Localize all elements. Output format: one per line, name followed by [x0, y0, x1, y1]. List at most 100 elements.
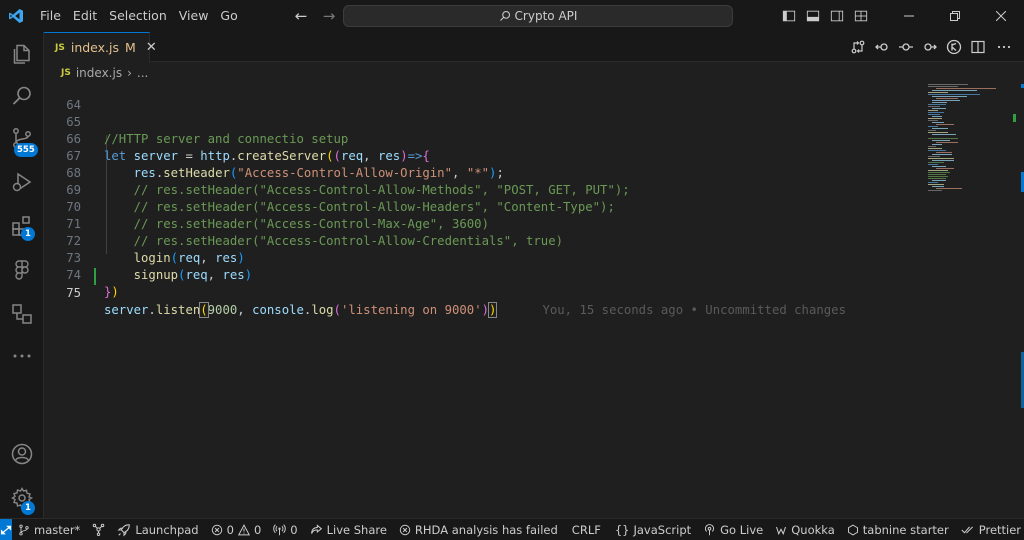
breadcrumb-file[interactable]: index.js	[76, 66, 122, 80]
tab-label: index.js	[70, 40, 120, 55]
branch-label: master*	[34, 522, 81, 537]
minimap-line	[928, 132, 948, 133]
more-actions-icon[interactable]	[993, 36, 1014, 58]
close-window-icon[interactable]	[978, 0, 1024, 32]
more-ellipsis-icon[interactable]	[0, 334, 44, 378]
manage-gear-icon[interactable]: 1	[0, 476, 44, 520]
language-mode-status[interactable]: {} JavaScript	[609, 519, 697, 540]
compare-changes-icon[interactable]	[847, 36, 868, 58]
quokka-status[interactable]: Quokka	[769, 519, 841, 540]
line-number: 75	[66, 286, 81, 300]
go-live-status[interactable]: Go Live	[697, 519, 769, 540]
toggle-secondary-sidebar-icon[interactable]	[826, 5, 848, 27]
customize-layout-icon[interactable]	[850, 5, 872, 27]
rocket-icon	[117, 523, 131, 537]
gitlens-inspect-icon[interactable]	[943, 36, 964, 58]
minimap[interactable]	[924, 84, 1024, 518]
minimap-line	[928, 130, 936, 131]
minimap-line	[932, 108, 946, 109]
breadcrumb-symbols[interactable]: ...	[137, 66, 148, 80]
vscode-logo-icon	[0, 0, 32, 32]
live-share-label: Live Share	[326, 522, 387, 537]
code-line: 69 // res.setHeader("Access-Control-Allo…	[44, 165, 924, 214]
ports-status[interactable]: 0	[267, 519, 303, 540]
tabnine-status[interactable]: tabnine starter	[841, 519, 955, 540]
minimap-line	[928, 138, 958, 139]
code-line-active: 75 server.listen(9000, console.log('list…	[44, 268, 924, 318]
code-line: 66 let server = http.createServer((req, …	[44, 114, 924, 163]
error-count: 0	[226, 522, 234, 537]
launchpad-label: Launchpad	[135, 522, 199, 537]
close-tab-icon[interactable]: ✕	[146, 40, 157, 55]
tab-index-js[interactable]: JS index.js M ✕	[44, 32, 157, 62]
run-debug-icon[interactable]	[0, 160, 44, 204]
git-graph-status[interactable]	[86, 519, 111, 540]
language-label: JavaScript	[633, 522, 692, 537]
minimap-line	[928, 148, 942, 149]
rhda-status[interactable]: RHDA analysis has failed	[393, 519, 564, 540]
restore-icon[interactable]	[932, 0, 978, 32]
minimap-line	[928, 86, 958, 87]
minimap-line	[928, 104, 946, 105]
minimap-line	[932, 160, 954, 161]
double-check-icon	[961, 526, 973, 533]
git-graph-icon	[93, 523, 105, 536]
problems-status[interactable]: 0 0	[205, 519, 268, 540]
menu-file[interactable]: File	[34, 0, 67, 32]
remote-indicator-icon[interactable]	[0, 518, 12, 540]
code-line: 73 signup(req, res)	[44, 233, 924, 282]
minimap-line	[936, 88, 996, 89]
git-branch-status[interactable]: master*	[12, 519, 86, 540]
source-control-icon[interactable]: 555	[0, 116, 44, 160]
figma-icon[interactable]	[0, 248, 44, 292]
menu-view[interactable]: View	[173, 0, 215, 32]
open-next-change-icon[interactable]	[919, 36, 940, 58]
extensions-icon[interactable]: 1	[0, 204, 44, 248]
minimap-line	[928, 114, 940, 115]
code-line: 68 // res.setHeader("Access-Control-Allo…	[44, 148, 924, 197]
forward-arrow-icon[interactable]: →	[318, 5, 340, 27]
minimap-line	[936, 168, 954, 169]
open-previous-change-icon[interactable]	[871, 36, 892, 58]
code-line: 72 login(req, res)	[44, 216, 924, 265]
minimap-line	[928, 120, 938, 121]
minimize-icon[interactable]	[886, 0, 932, 32]
remote-explorer-icon[interactable]	[0, 292, 44, 336]
accounts-icon[interactable]	[0, 432, 44, 476]
live-share-status[interactable]: Live Share	[304, 519, 393, 540]
split-editor-icon[interactable]	[967, 36, 988, 58]
explorer-icon[interactable]	[0, 32, 44, 76]
extensions-badge: 1	[21, 227, 35, 241]
braces-icon: {}	[614, 522, 630, 537]
minimap-line	[928, 182, 938, 183]
menu-go[interactable]: Go	[214, 0, 243, 32]
minimap-line	[932, 116, 942, 117]
ports-count: 0	[290, 522, 298, 537]
tabnine-label: tabnine starter	[862, 522, 949, 537]
menu-edit[interactable]: Edit	[67, 0, 103, 32]
prettier-status[interactable]: Prettier	[955, 519, 1024, 540]
git-branch-icon	[19, 524, 29, 535]
error-icon	[211, 524, 222, 535]
toggle-primary-sidebar-icon[interactable]	[778, 5, 800, 27]
back-arrow-icon[interactable]: ←	[290, 5, 312, 27]
command-center-search[interactable]: Crypto API	[343, 5, 733, 27]
eol-status[interactable]: CRLF	[564, 519, 609, 540]
radio-tower-icon	[273, 524, 286, 536]
minimap-line	[928, 150, 946, 151]
minimap-line	[932, 134, 956, 135]
source-control-badge: 555	[14, 143, 38, 157]
minimap-line	[928, 158, 954, 159]
toggle-panel-icon[interactable]	[802, 5, 824, 27]
minimap-line	[936, 142, 958, 143]
modified-indicator: M	[125, 40, 136, 55]
git-commit-icon[interactable]	[895, 36, 916, 58]
minimap-line	[928, 112, 944, 113]
code-editor[interactable]: 64 65 //HTTP server and connectio setup …	[44, 84, 924, 518]
minimap-line	[936, 98, 958, 99]
search-icon[interactable]	[0, 74, 44, 118]
broadcast-icon	[705, 524, 715, 536]
menu-selection[interactable]: Selection	[103, 0, 173, 32]
launchpad-status[interactable]: Launchpad	[111, 519, 204, 540]
git-blame-annotation: You, 15 seconds ago • Uncommitted change…	[542, 303, 846, 317]
